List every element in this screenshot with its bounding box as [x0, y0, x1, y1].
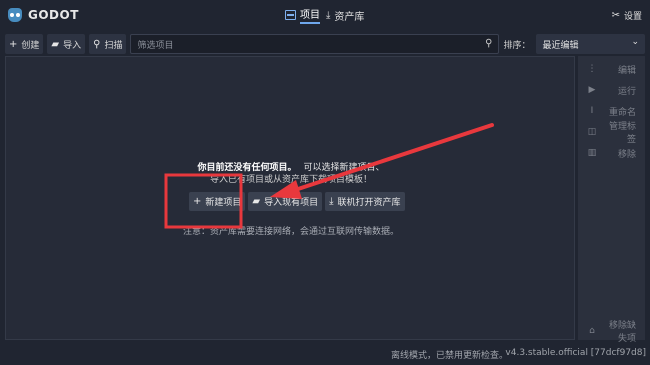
tab-assets-label: 资产库: [334, 11, 365, 23]
manage-tags-button[interactable]: ◫ 管理标签: [581, 122, 642, 145]
sort-dropdown[interactable]: 最近编辑 ⌄: [536, 34, 645, 54]
chevron-down-icon: ⌄: [631, 37, 639, 47]
open-asset-library-button[interactable]: ⤓ 联机打开资产库: [325, 192, 405, 211]
rename-button[interactable]: I 重命名: [581, 102, 642, 120]
project-list-panel: 你目前还没有任何项目。 可以选择新建项目、 导入已有项目或从资产库下载项目模板！…: [5, 56, 575, 340]
folder-icon: ▰: [51, 38, 60, 50]
empty-state-subtitle: 导入已有项目或从资产库下载项目模板！: [209, 175, 372, 185]
import-existing-project-button[interactable]: ▰ 导入现有项目: [248, 192, 323, 211]
toolbar: + 创建 ▰ 导入 ⚲ 扫描 筛选项目 ⚲ 排序： 最近编辑 ⌄: [5, 34, 645, 54]
tools-icon: ✂: [611, 10, 620, 21]
download-icon: ⤓: [329, 196, 334, 207]
offline-mode-text: 离线模式，已禁用更新检查。: [390, 351, 508, 361]
filter-input[interactable]: 筛选项目 ⚲: [130, 34, 500, 54]
manage-tags-label: 管理标签: [608, 122, 636, 145]
play-icon: ▶: [588, 85, 596, 95]
create-button[interactable]: + 创建: [5, 34, 44, 54]
plus-icon: +: [9, 38, 18, 50]
create-label: 创建: [21, 40, 40, 51]
godot-logo-icon: [8, 8, 22, 22]
projects-icon: [285, 10, 296, 20]
tag-icon: ◫: [587, 127, 597, 137]
rename-label: 重命名: [608, 107, 636, 118]
remove-label: 移除: [617, 149, 636, 160]
version-text: v4.3.stable.official [77dcf97d8]: [505, 348, 646, 358]
search-icon: ⚲: [485, 38, 493, 49]
settings-label: 设置: [623, 12, 642, 22]
app-title: GODOT: [28, 8, 79, 22]
tab-asset-library[interactable]: ⤓ 资产库: [322, 6, 368, 24]
text-cursor-icon: I: [590, 106, 594, 116]
remove-missing-label: 移除缺失项: [608, 321, 636, 344]
import-label: 导入: [63, 40, 82, 51]
scan-button[interactable]: ⚲ 扫描: [89, 34, 127, 54]
tab-projects[interactable]: 项目: [281, 6, 324, 24]
network-note: 注意：资产库需要连接网络，会通过互联网传输数据。: [182, 227, 399, 237]
edit-button[interactable]: ⋮ 编辑: [581, 60, 642, 78]
new-project-label: 新建项目: [205, 198, 242, 208]
folder-icon: ▰: [252, 196, 261, 207]
edit-icon: ⋮: [587, 64, 597, 74]
project-actions-panel: ⋮ 编辑 ▶ 运行 I 重命名 ◫ 管理标签 ▥ 移除 ⌂ 移除缺失项: [578, 56, 645, 344]
download-icon: ⤓: [326, 10, 331, 21]
edit-label: 编辑: [617, 65, 636, 76]
run-label: 运行: [617, 86, 636, 97]
open-asset-lib-label: 联机打开资产库: [337, 198, 401, 208]
new-project-button[interactable]: + 新建项目: [189, 192, 246, 211]
import-button[interactable]: ▰ 导入: [47, 34, 86, 54]
remove-button[interactable]: ▥ 移除: [581, 144, 642, 162]
plus-icon: +: [193, 196, 202, 207]
filter-placeholder: 筛选项目: [137, 40, 174, 51]
sort-value: 最近编辑: [542, 40, 579, 51]
import-existing-label: 导入现有项目: [264, 198, 319, 208]
broom-icon: ⌂: [589, 326, 595, 336]
scan-label: 扫描: [104, 40, 123, 51]
run-button[interactable]: ▶ 运行: [581, 81, 642, 99]
search-icon: ⚲: [93, 38, 101, 50]
tab-projects-label: 项目: [300, 6, 320, 24]
sort-label: 排序：: [503, 40, 531, 51]
remove-missing-button[interactable]: ⌂ 移除缺失项: [581, 321, 642, 344]
godot-logo: GODOT: [8, 7, 79, 23]
top-bar: GODOT 项目 ⤓ 资产库 ✂ 设置: [0, 0, 650, 31]
trash-icon: ▥: [587, 148, 597, 158]
settings-button[interactable]: ✂ 设置: [612, 9, 642, 22]
empty-state-actions: + 新建项目 ▰ 导入现有项目 ⤓ 联机打开资产库: [189, 192, 408, 211]
status-bar: 离线模式，已禁用更新检查。 v4.3.stable.official [77dc…: [0, 346, 650, 363]
